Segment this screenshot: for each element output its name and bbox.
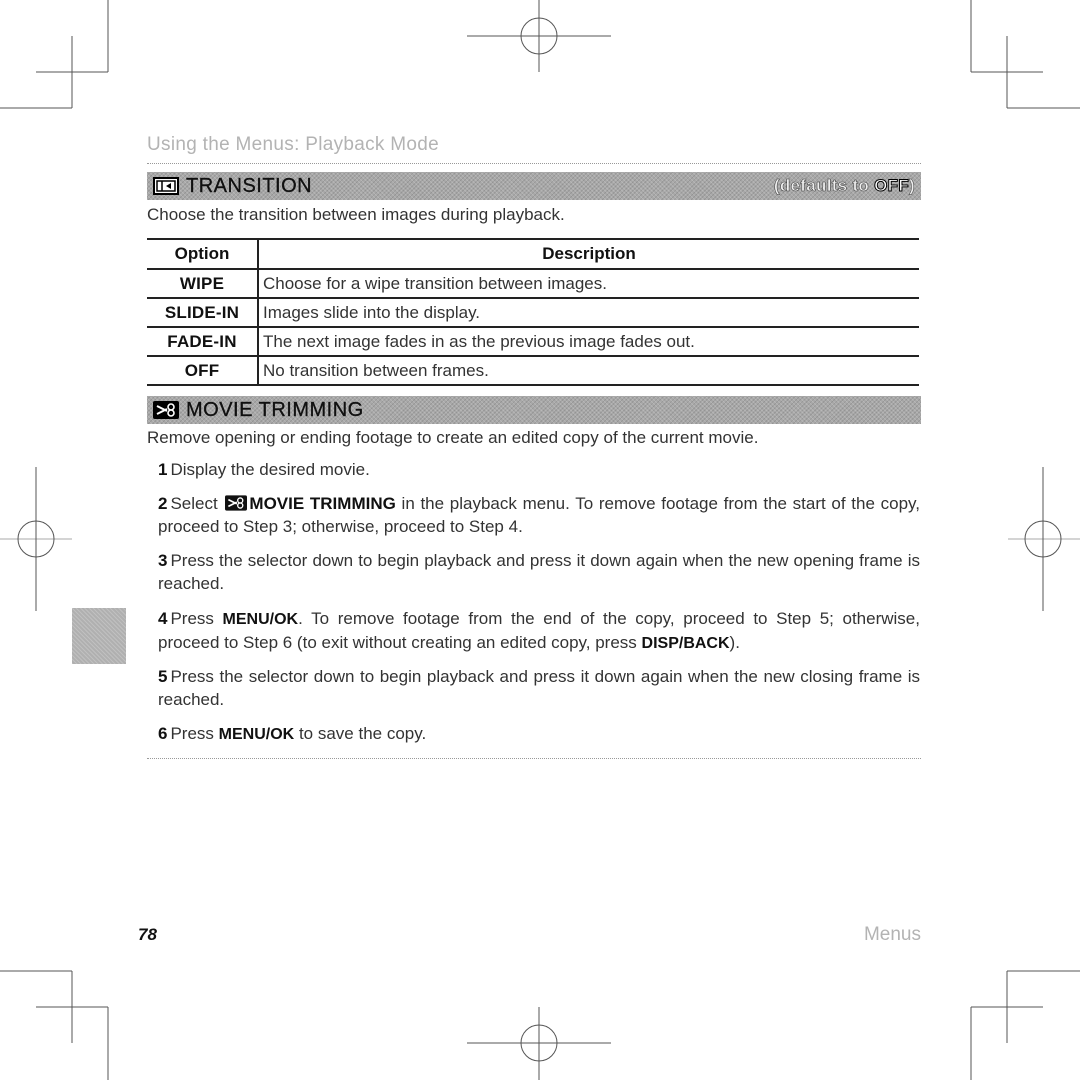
transition-icon (152, 176, 180, 196)
transition-section-header: TRANSITION (defaults to OFF) (147, 172, 921, 200)
step-4: 4 Press MENU/OK. To remove footage from t… (158, 607, 920, 655)
page-number: 78 (138, 925, 157, 944)
table-row: FADE-IN The next image fades in as the p… (147, 327, 919, 357)
table-header-row: Option Description (147, 238, 919, 270)
step-5: 5 Press the selector down to begin playba… (158, 665, 920, 711)
step-number: 3 (158, 551, 168, 570)
button-name-disp-back: DISP/BACK (641, 635, 730, 652)
step-2: 2 Select MOVIE TRIMMING in the playback m… (158, 492, 920, 538)
scissors-icon (152, 400, 180, 420)
crop-mark-bottom-left (0, 970, 109, 1080)
crop-marks (0, 0, 1080, 1080)
chapter-thumb-tab (72, 608, 126, 664)
section-end-divider (147, 758, 921, 759)
column-header-description: Description (258, 238, 919, 270)
transition-title: TRANSITION (186, 174, 313, 197)
step-number: 1 (158, 460, 168, 479)
step-number: 5 (158, 667, 168, 686)
table-row: WIPE Choose for a wipe transition betwee… (147, 269, 919, 299)
transition-intro: Choose the transition between images dur… (147, 205, 565, 224)
movie-trimming-intro: Remove opening or ending footage to crea… (147, 428, 759, 447)
crop-mark-top-left (0, 0, 109, 109)
table-row: OFF No transition between frames. (147, 356, 919, 386)
option-description: The next image fades in as the previous … (258, 327, 919, 357)
step-number: 4 (158, 609, 168, 628)
option-description: Images slide into the display. (258, 298, 919, 328)
crop-mark-bottom-right (970, 970, 1080, 1080)
option-name: FADE-IN (147, 327, 259, 357)
option-name: SLIDE-IN (147, 298, 259, 328)
step-text-pre: Press (170, 724, 219, 743)
step-text-post: ). (729, 633, 740, 652)
footer-section-label: Menus (863, 924, 921, 945)
default-prefix: (defaults to (773, 176, 875, 196)
header-divider (147, 163, 921, 164)
option-description: Choose for a wipe transition between ima… (258, 269, 919, 299)
step-number: 2 (158, 494, 168, 513)
running-head: Using the Menus: Playback Mode (147, 134, 440, 155)
step-text: Press the selector down to begin playbac… (158, 667, 920, 709)
scissors-icon (225, 494, 248, 511)
registration-mark-right (1008, 467, 1080, 611)
movie-trimming-section-header: MOVIE TRIMMING (147, 396, 921, 424)
step-text-post: to save the copy. (294, 724, 427, 743)
option-description: No transition between frames. (258, 356, 919, 386)
step-6: 6 Press MENU/OK to save the copy. (158, 722, 920, 746)
option-name: WIPE (147, 269, 259, 299)
step-text-pre: Press (170, 609, 223, 628)
menu-item-name: MOVIE TRIMMING (249, 494, 396, 513)
column-header-option: Option (147, 238, 259, 270)
step-text-pre: Select (170, 494, 224, 513)
transition-default-note: (defaults to OFF) (774, 176, 915, 196)
default-value: OFF (874, 176, 910, 196)
step-3: 3 Press the selector down to begin playba… (158, 549, 920, 595)
step-text: Press the selector down to begin playbac… (158, 551, 920, 593)
registration-mark-left (0, 467, 72, 611)
option-name: OFF (147, 356, 259, 386)
crop-mark-top-right (970, 0, 1080, 109)
step-text: Display the desired movie. (170, 460, 370, 479)
step-1: 1 Display the desired movie. (158, 458, 920, 481)
transition-options-table: Option Description WIPE Choose for a wip… (147, 238, 919, 386)
table-row: SLIDE-IN Images slide into the display. (147, 298, 919, 328)
button-name-menu-ok: MENU/OK (218, 726, 295, 743)
movie-trimming-title: MOVIE TRIMMING (186, 398, 364, 421)
button-name-menu-ok: MENU/OK (222, 611, 299, 628)
registration-mark-top (467, 0, 611, 72)
default-suffix: ) (909, 176, 915, 196)
registration-mark-bottom (467, 1007, 611, 1080)
step-number: 6 (158, 724, 168, 743)
